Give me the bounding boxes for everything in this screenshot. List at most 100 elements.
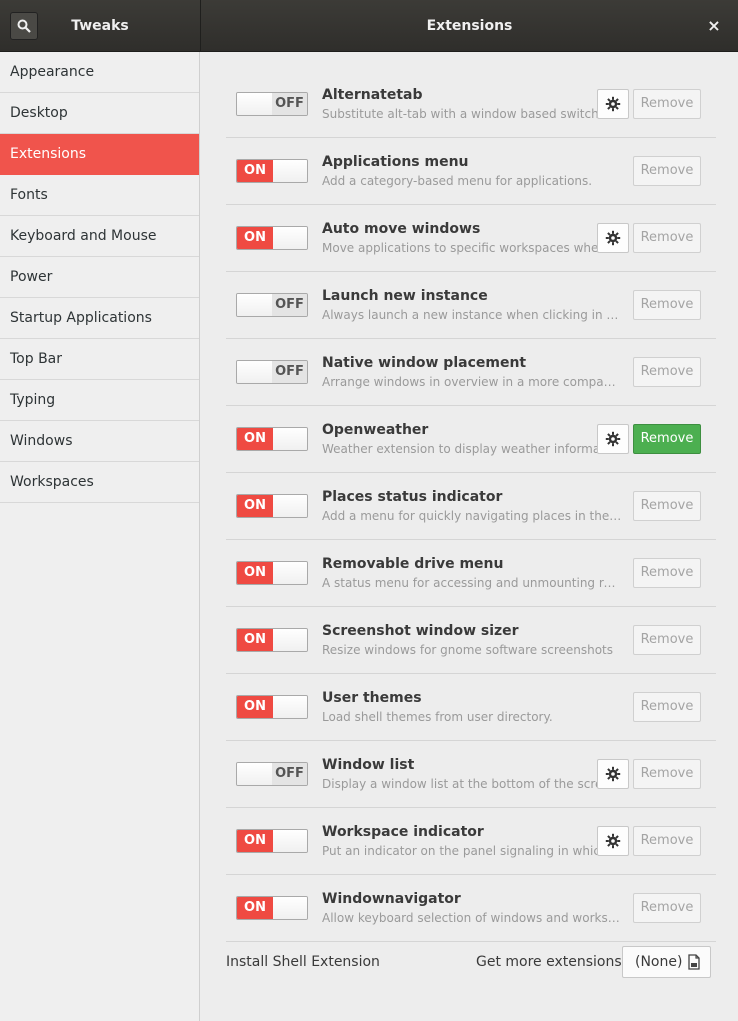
extension-row: ON Places status indicator Add a menu for …	[226, 473, 716, 540]
extension-name: Alternatetab	[322, 87, 423, 103]
extension-description: Load shell themes from user directory.	[322, 710, 553, 724]
close-button[interactable]: ×	[704, 16, 724, 36]
extension-settings-button[interactable]	[597, 223, 629, 253]
extension-name: Openweather	[322, 422, 429, 438]
sidebar-item-workspaces[interactable]: Workspaces	[0, 462, 199, 503]
extension-settings-button[interactable]	[597, 424, 629, 454]
extension-toggle[interactable]: ON	[236, 695, 308, 719]
gear-icon	[605, 431, 621, 447]
extension-toggle[interactable]: OFF	[236, 293, 308, 317]
extension-toggle[interactable]: OFF	[236, 360, 308, 384]
extension-toggle[interactable]: OFF	[236, 762, 308, 786]
extension-list: OFF Alternatetab Substitute alt-tab with a…	[226, 71, 716, 942]
extension-row: ON Applications menu Add a category-based …	[226, 138, 716, 205]
toggle-state-label: OFF	[271, 763, 307, 785]
toggle-knob	[273, 495, 307, 517]
remove-extension-button[interactable]: Remove	[633, 156, 701, 186]
extension-description: Always launch a new instance when clicki…	[322, 308, 622, 322]
extension-toggle[interactable]: ON	[236, 494, 308, 518]
toggle-knob	[237, 763, 272, 785]
extension-toggle[interactable]: ON	[236, 226, 308, 250]
extensions-footer: Install Shell Extension Get more extensi…	[226, 945, 716, 985]
tweaks-window: Tweaks Extensions × Appearance Desktop Ext…	[0, 0, 738, 1021]
extension-toggle[interactable]: ON	[236, 628, 308, 652]
toggle-knob	[237, 361, 272, 383]
toggle-state-label: OFF	[271, 93, 307, 115]
remove-extension-button[interactable]: Remove	[633, 759, 701, 789]
sidebar-item-appearance[interactable]: Appearance	[0, 52, 199, 93]
remove-extension-button[interactable]: Remove	[633, 491, 701, 521]
remove-extension-button[interactable]: Remove	[633, 357, 701, 387]
sidebar-item-windows[interactable]: Windows	[0, 421, 199, 462]
extension-toggle[interactable]: ON	[236, 561, 308, 585]
extension-description: Move applications to specific workspaces…	[322, 241, 611, 255]
toggle-state-label: ON	[237, 428, 273, 450]
remove-extension-button[interactable]: Remove	[633, 893, 701, 923]
sidebar-item-typing[interactable]: Typing	[0, 380, 199, 421]
page-title: Extensions	[426, 18, 513, 34]
extension-row: ON Openweather Weather extension to displa…	[226, 406, 716, 473]
toggle-state-label: ON	[237, 495, 273, 517]
remove-extension-button[interactable]: Remove	[633, 692, 701, 722]
toggle-knob	[237, 93, 272, 115]
remove-extension-button[interactable]: Remove	[633, 223, 701, 253]
extension-settings-button[interactable]	[597, 759, 629, 789]
toggle-state-label: ON	[237, 897, 273, 919]
extension-name: Places status indicator	[322, 489, 503, 505]
toggle-knob	[273, 227, 307, 249]
extension-toggle[interactable]: OFF	[236, 92, 308, 116]
sidebar-item-keyboard-and-mouse[interactable]: Keyboard and Mouse	[0, 216, 199, 257]
remove-extension-button[interactable]: Remove	[633, 89, 701, 119]
extension-name: Auto move windows	[322, 221, 481, 237]
extension-toggle[interactable]: ON	[236, 159, 308, 183]
extension-settings-button[interactable]	[597, 826, 629, 856]
toggle-state-label: ON	[237, 227, 273, 249]
extension-name: Applications menu	[322, 154, 469, 170]
gear-icon	[605, 766, 621, 782]
toggle-knob	[273, 160, 307, 182]
remove-extension-button[interactable]: Remove	[633, 290, 701, 320]
extension-description: Allow keyboard selection of windows and …	[322, 911, 622, 925]
search-button[interactable]	[10, 12, 38, 40]
extension-settings-button[interactable]	[597, 89, 629, 119]
sidebar-item-startup-applications[interactable]: Startup Applications	[0, 298, 199, 339]
sidebar-item-extensions[interactable]: Extensions	[0, 134, 199, 175]
extension-toggle[interactable]: ON	[236, 829, 308, 853]
toggle-state-label: ON	[237, 629, 273, 651]
extension-toggle[interactable]: ON	[236, 896, 308, 920]
extension-name: Windownavigator	[322, 891, 461, 907]
toggle-knob	[273, 830, 307, 852]
file-chooser-button[interactable]: (None)	[622, 946, 711, 978]
sidebar: Appearance Desktop Extensions Fonts Keyboard…	[0, 52, 200, 1021]
extension-row: OFF Launch new instance Always launch a ne…	[226, 272, 716, 339]
close-icon: ×	[707, 16, 721, 35]
toggle-state-label: OFF	[271, 361, 307, 383]
sidebar-item-power[interactable]: Power	[0, 257, 199, 298]
remove-extension-button[interactable]: Remove	[633, 625, 701, 655]
extension-name: Workspace indicator	[322, 824, 484, 840]
gear-icon	[605, 833, 621, 849]
app-title: Tweaks	[71, 18, 129, 34]
extension-row: ON Screenshot window sizer Resize windows …	[226, 607, 716, 674]
toggle-knob	[273, 428, 307, 450]
sidebar-item-fonts[interactable]: Fonts	[0, 175, 199, 216]
extension-name: Removable drive menu	[322, 556, 504, 572]
extension-description: Substitute alt-tab with a window based s…	[322, 107, 611, 121]
extension-name: Window list	[322, 757, 415, 773]
extension-description: Add a menu for quickly navigating places…	[322, 509, 622, 523]
sidebar-item-desktop[interactable]: Desktop	[0, 93, 199, 134]
extension-toggle[interactable]: ON	[236, 427, 308, 451]
extension-name: Launch new instance	[322, 288, 488, 304]
remove-extension-button[interactable]: Remove	[633, 558, 701, 588]
file-icon	[688, 954, 700, 970]
header-bar: Tweaks Extensions ×	[0, 0, 738, 52]
remove-extension-button[interactable]: Remove	[633, 826, 701, 856]
remove-extension-button[interactable]: Remove	[633, 424, 701, 454]
get-more-extensions-link[interactable]: Get more extensions	[476, 954, 622, 970]
extension-name: User themes	[322, 690, 422, 706]
extension-row: ON User themes Load shell themes from user…	[226, 674, 716, 741]
sidebar-item-top-bar[interactable]: Top Bar	[0, 339, 199, 380]
toggle-state-label: ON	[237, 830, 273, 852]
extension-description: Put an indicator on the panel signaling …	[322, 844, 612, 858]
toggle-state-label: ON	[237, 696, 273, 718]
